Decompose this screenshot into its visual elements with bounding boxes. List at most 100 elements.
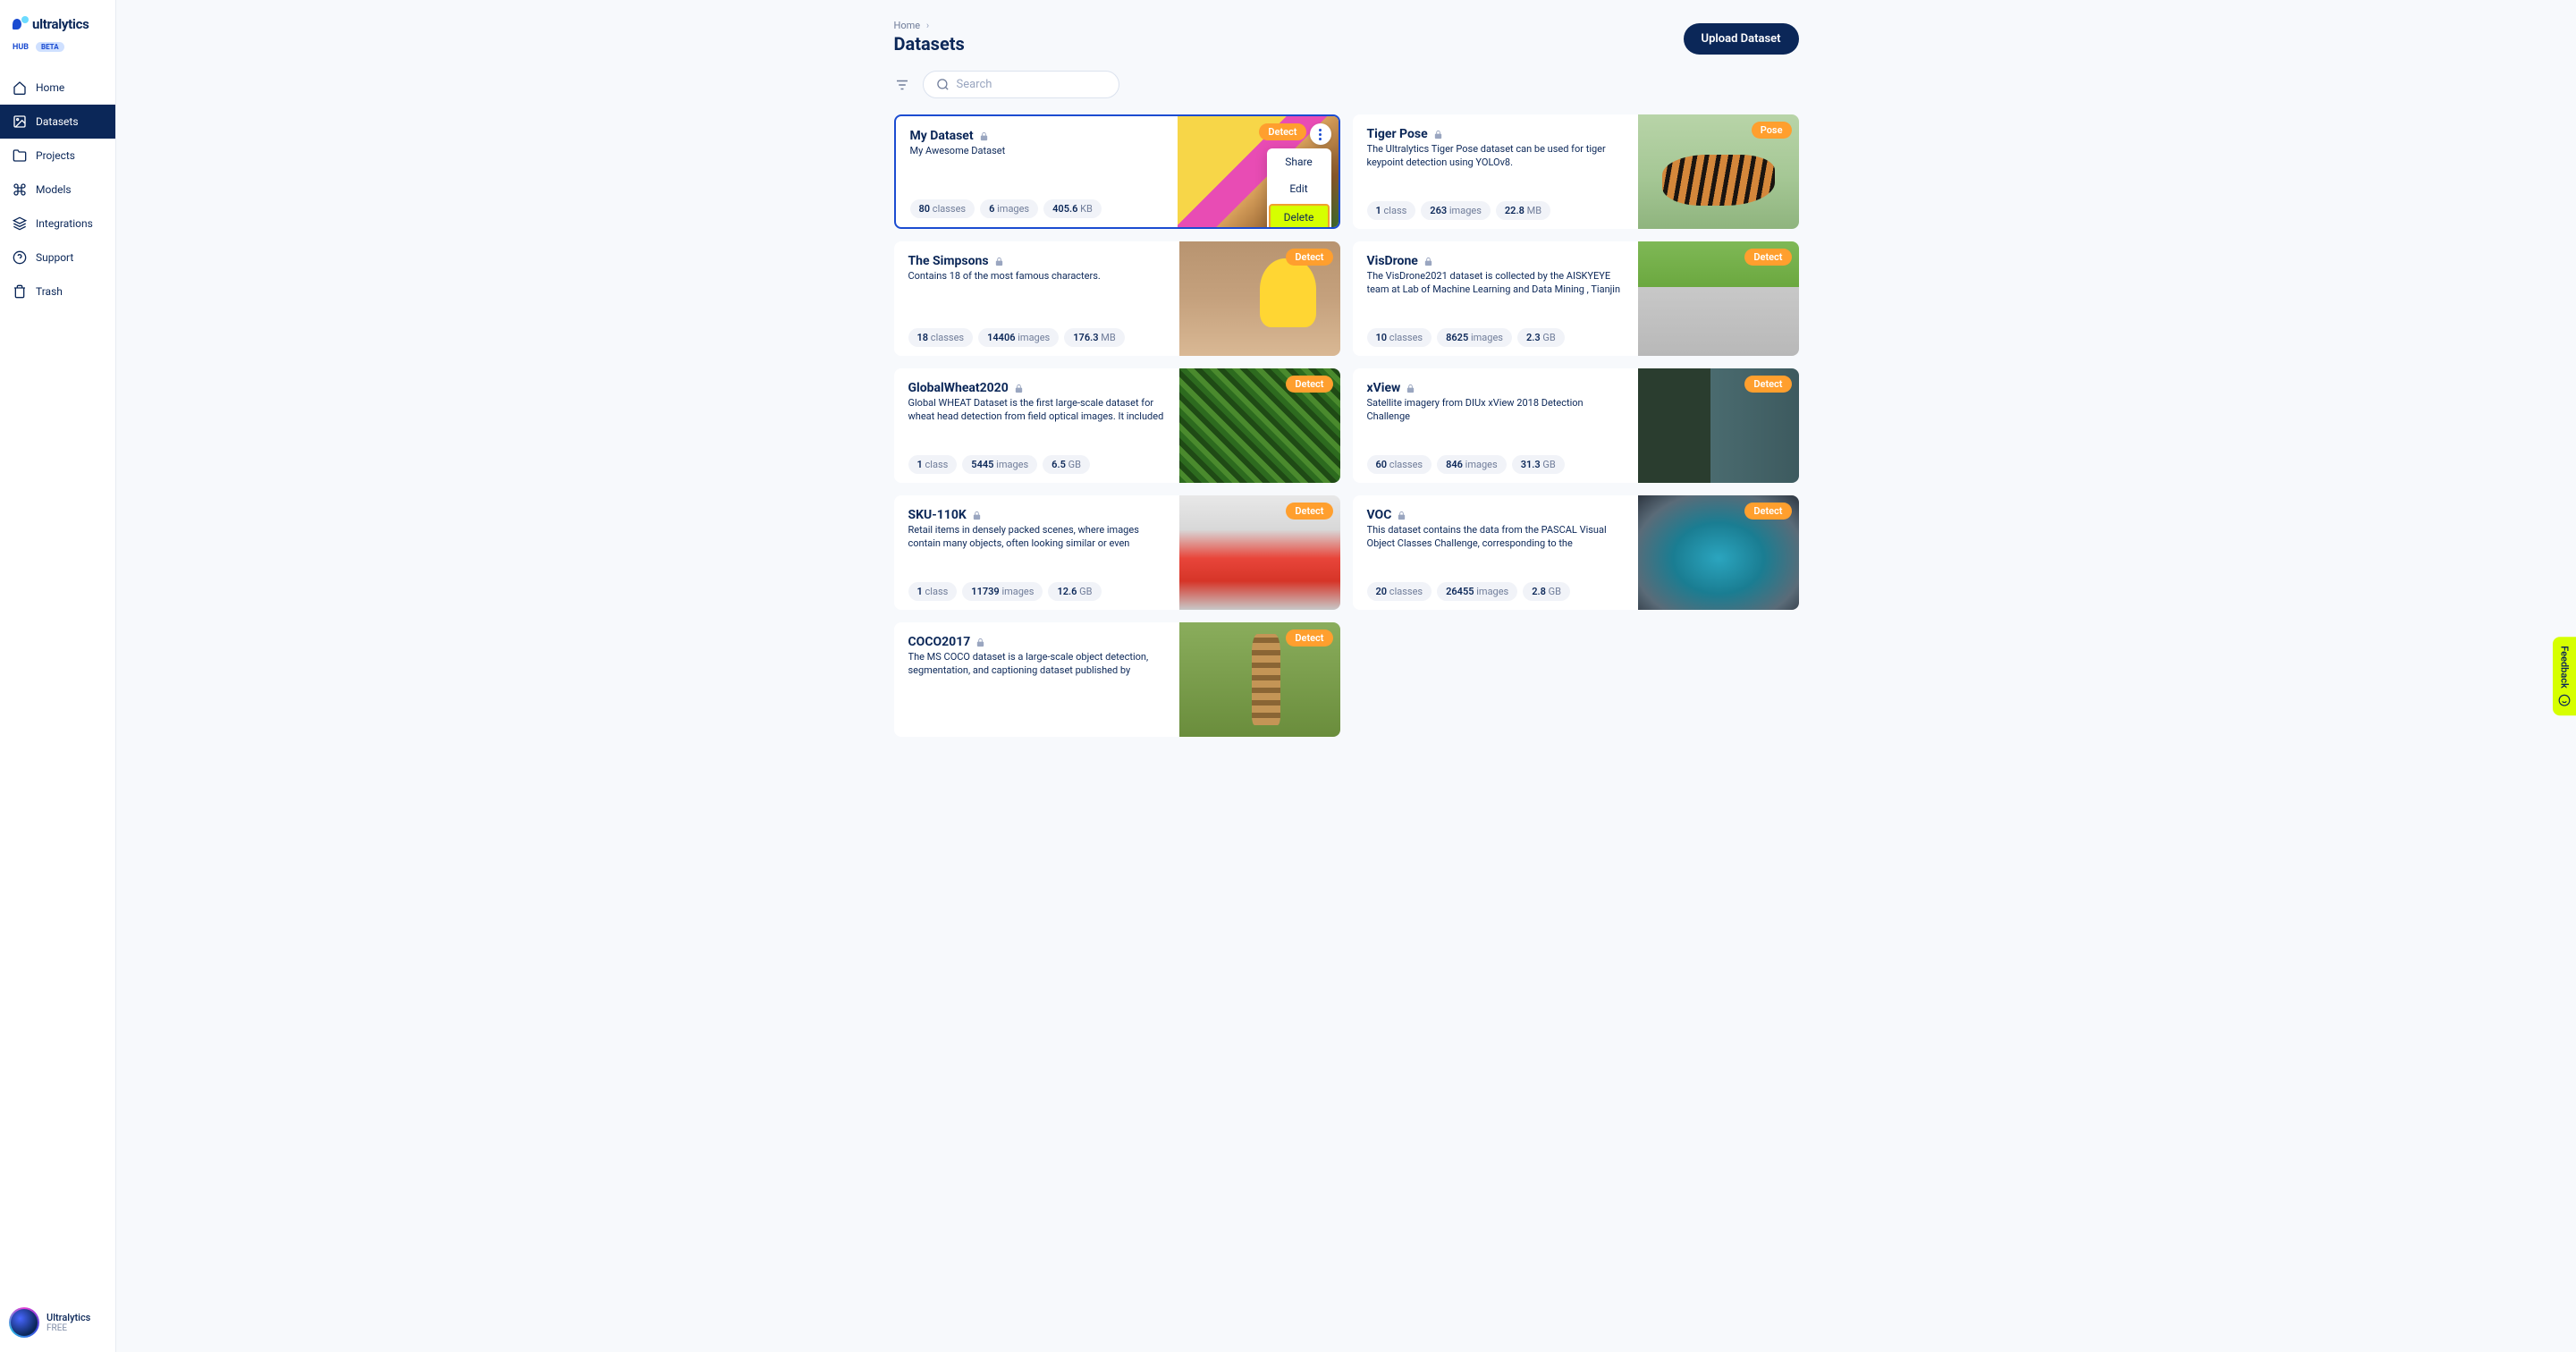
stat-images: 846 images (1437, 455, 1507, 474)
image-icon (13, 114, 27, 129)
nav-label: Trash (36, 285, 63, 298)
stat-images: 26455 images (1437, 582, 1517, 601)
card-title: GlobalWheat2020 (908, 381, 1009, 395)
stat-images: 11739 images (962, 582, 1043, 601)
card-description: Contains 18 of the most famous character… (908, 270, 1165, 283)
account-name: Ultralytics (46, 1312, 90, 1323)
stat-classes: 60 classes (1367, 455, 1432, 474)
dataset-card[interactable]: SKU-110K Retail items in densely packed … (894, 495, 1340, 610)
card-description: Global WHEAT Dataset is the first large-… (908, 397, 1165, 424)
stat-classes: 1 class (908, 582, 958, 601)
menu-delete[interactable]: Delete (1269, 204, 1330, 227)
lock-icon (976, 638, 985, 647)
stat-images: 5445 images (962, 455, 1037, 474)
card-body: The Simpsons Contains 18 of the most fam… (894, 241, 1179, 356)
dataset-card[interactable]: COCO2017 The MS COCO dataset is a large-… (894, 622, 1340, 737)
help-icon (13, 250, 27, 265)
task-badge: Detect (1286, 376, 1332, 393)
search-field[interactable] (923, 71, 1119, 98)
stat-classes: 80 classes (910, 199, 976, 218)
dataset-card[interactable]: VOC This dataset contains the data from … (1353, 495, 1799, 610)
card-title: The Simpsons (908, 254, 989, 268)
dataset-card[interactable]: The Simpsons Contains 18 of the most fam… (894, 241, 1340, 356)
logo[interactable]: ultralytics HUB BETA (0, 0, 115, 71)
nav-integrations[interactable]: Integrations (0, 207, 115, 241)
menu-edit[interactable]: Edit (1267, 175, 1331, 202)
search-input[interactable] (957, 78, 1106, 91)
main: Home › Datasets Upload Dataset My Datase… (116, 0, 2576, 1352)
card-stats: 80 classes 6 images 405.6 KB (910, 199, 1163, 218)
lock-icon (1397, 511, 1406, 520)
breadcrumb-home[interactable]: Home (894, 20, 921, 31)
nav-trash[interactable]: Trash (0, 275, 115, 308)
filter-icon[interactable] (894, 77, 910, 93)
breadcrumb: Home › (894, 20, 965, 31)
dataset-card[interactable]: VisDrone The VisDrone2021 dataset is col… (1353, 241, 1799, 356)
nav-models[interactable]: Models (0, 173, 115, 207)
card-description: The MS COCO dataset is a large-scale obj… (908, 651, 1165, 678)
stat-classes: 10 classes (1367, 328, 1432, 347)
task-badge: Pose (1752, 122, 1792, 139)
card-description: Retail items in densely packed scenes, w… (908, 524, 1165, 551)
task-badge: Detect (1744, 376, 1791, 393)
task-badge: Detect (1744, 503, 1791, 520)
card-stats: 1 class 263 images 22.8 MB (1367, 201, 1624, 220)
card-thumbnail: Detect (1179, 368, 1340, 483)
stat-size: 405.6 KB (1043, 199, 1102, 218)
menu-share[interactable]: Share (1267, 148, 1331, 175)
card-thumbnail: Detect (1179, 495, 1340, 610)
stat-images: 14406 images (978, 328, 1059, 347)
nav-label: Datasets (36, 115, 79, 128)
upload-dataset-button[interactable]: Upload Dataset (1684, 23, 1799, 55)
nav-label: Support (36, 251, 73, 264)
nav-label: Home (36, 81, 64, 94)
card-stats: 18 classes 14406 images 176.3 MB (908, 328, 1165, 347)
search-icon (936, 78, 950, 91)
card-title: VisDrone (1367, 254, 1418, 268)
card-thumbnail: Pose (1638, 114, 1799, 229)
page-title: Datasets (894, 33, 965, 55)
lock-icon (1406, 384, 1415, 393)
dataset-card[interactable]: My Dataset My Awesome Dataset 80 classes… (894, 114, 1340, 229)
card-title: SKU-110K (908, 508, 967, 522)
sidebar: ultralytics HUB BETA Home Datasets Proje… (0, 0, 116, 1352)
card-stats: 1 class 5445 images 6.5 GB (908, 455, 1165, 474)
task-badge: Detect (1259, 123, 1305, 140)
trash-icon (13, 284, 27, 299)
home-icon (13, 80, 27, 95)
card-title: xView (1367, 381, 1401, 395)
dataset-card[interactable]: xView Satellite imagery from DIUx xView … (1353, 368, 1799, 483)
lock-icon (994, 257, 1004, 266)
logo-icon (13, 16, 29, 32)
stat-images: 263 images (1421, 201, 1491, 220)
card-thumbnail: Detect (1638, 368, 1799, 483)
card-menu-button[interactable] (1310, 123, 1331, 145)
card-body: My Dataset My Awesome Dataset 80 classes… (896, 116, 1178, 227)
nav-home[interactable]: Home (0, 71, 115, 105)
card-thumbnail: Detect (1179, 241, 1340, 356)
nav-label: Integrations (36, 217, 93, 230)
card-description: My Awesome Dataset (910, 145, 1163, 158)
lock-icon (979, 131, 989, 141)
card-title: COCO2017 (908, 635, 971, 649)
card-body: VisDrone The VisDrone2021 dataset is col… (1353, 241, 1638, 356)
nav-projects[interactable]: Projects (0, 139, 115, 173)
card-thumbnail: Detect (1638, 495, 1799, 610)
dataset-card[interactable]: GlobalWheat2020 Global WHEAT Dataset is … (894, 368, 1340, 483)
card-stats: 20 classes 26455 images 2.8 GB (1367, 582, 1624, 601)
feedback-tab[interactable]: Feedback (2553, 637, 2576, 715)
folder-icon (13, 148, 27, 163)
nav-support[interactable]: Support (0, 241, 115, 275)
avatar (9, 1307, 39, 1338)
card-body: SKU-110K Retail items in densely packed … (894, 495, 1179, 610)
stat-size: 31.3 GB (1512, 455, 1565, 474)
nav-datasets[interactable]: Datasets (0, 105, 115, 139)
card-title: My Dataset (910, 129, 974, 143)
stat-size: 6.5 GB (1043, 455, 1090, 474)
stat-size: 2.3 GB (1517, 328, 1565, 347)
card-title: Tiger Pose (1367, 127, 1428, 141)
dataset-card[interactable]: Tiger Pose The Ultralytics Tiger Pose da… (1353, 114, 1799, 229)
account-widget[interactable]: Ultralytics FREE (0, 1297, 115, 1352)
task-badge: Detect (1286, 503, 1332, 520)
stat-size: 2.8 GB (1523, 582, 1570, 601)
